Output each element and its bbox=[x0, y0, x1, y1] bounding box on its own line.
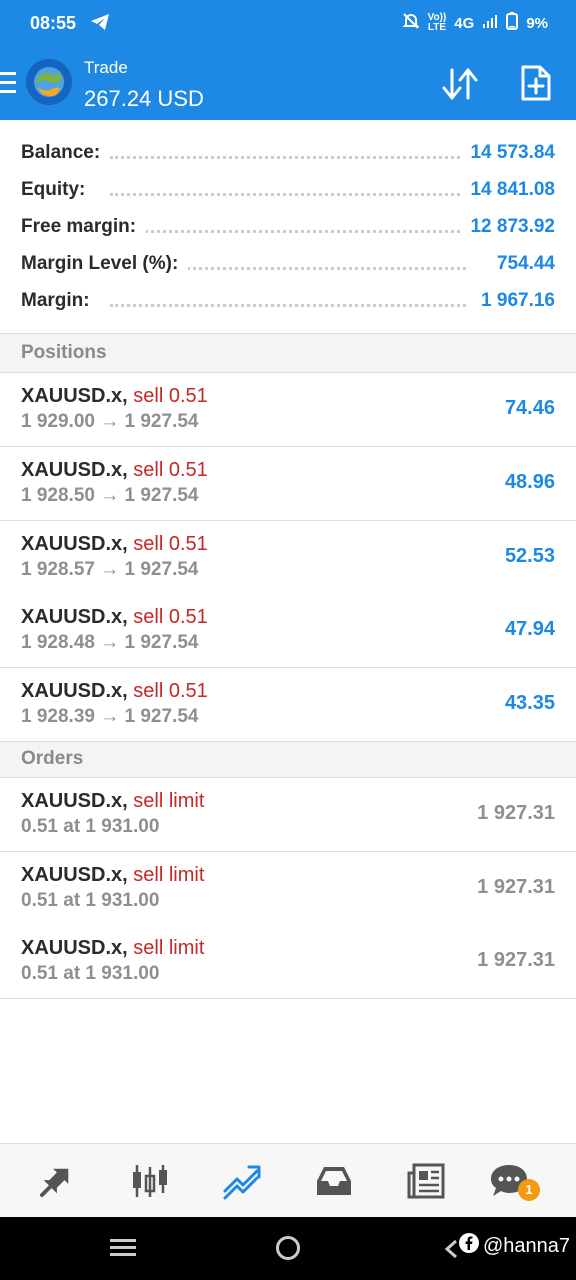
account-balance: 267.24 USD bbox=[84, 86, 204, 111]
position-prices: 1 928.50 → 1 927.54 bbox=[21, 485, 199, 506]
summary-value: 1 967.16 bbox=[471, 290, 555, 312]
recents-icon[interactable] bbox=[110, 1237, 136, 1264]
position-row[interactable]: XAUUSD.x, sell 0.51 1 928.57 → 1 927.54 … bbox=[0, 521, 576, 595]
dot-leader bbox=[110, 230, 466, 233]
telegram-icon bbox=[90, 13, 110, 36]
history-icon[interactable] bbox=[314, 1161, 354, 1201]
trade-icon[interactable] bbox=[222, 1161, 262, 1201]
position-profit: 52.53 bbox=[504, 545, 555, 567]
quotes-icon[interactable] bbox=[38, 1161, 78, 1201]
watermark: @hanna7 bbox=[458, 1233, 570, 1259]
position-symbol: XAUUSD.x, bbox=[21, 459, 128, 481]
summary-row-balance: Balance: 14 573.84 bbox=[0, 134, 576, 170]
position-type: sell 0.51 bbox=[133, 459, 208, 481]
dot-leader bbox=[110, 193, 466, 196]
orders-header: Orders bbox=[0, 741, 576, 778]
chat-icon[interactable]: 1 bbox=[490, 1161, 540, 1201]
battery-percent: 9% bbox=[526, 14, 548, 32]
order-symbol: XAUUSD.x, bbox=[21, 864, 128, 886]
order-symbol: XAUUSD.x, bbox=[21, 937, 128, 959]
position-symbol: XAUUSD.x, bbox=[21, 606, 128, 628]
position-symbol: XAUUSD.x, bbox=[21, 533, 128, 555]
menu-icon[interactable] bbox=[0, 72, 16, 94]
position-prices: 1 928.57 → 1 927.54 bbox=[21, 559, 199, 580]
volte-label-bottom: LTE bbox=[427, 22, 447, 33]
summary-row-margin-level: Margin Level (%): 754.44 bbox=[0, 245, 576, 281]
position-prices: 1 929.00 → 1 927.54 bbox=[21, 411, 199, 432]
section-title: Orders bbox=[21, 748, 84, 769]
position-profit: 48.96 bbox=[504, 471, 555, 493]
order-row[interactable]: XAUUSD.x, sell limit 0.51 at 1 931.00 1 … bbox=[0, 778, 576, 852]
position-symbol: XAUUSD.x, bbox=[21, 680, 128, 702]
summary-row-margin: Margin: 1 967.16 bbox=[0, 282, 576, 318]
network-type: 4G bbox=[454, 14, 475, 32]
summary-value: 14 573.84 bbox=[460, 142, 555, 164]
position-profit: 43.35 bbox=[504, 692, 555, 714]
bottom-nav: 1 bbox=[0, 1143, 576, 1217]
summary-row-equity: Equity: 14 841.08 bbox=[0, 171, 576, 207]
battery-icon bbox=[506, 12, 519, 34]
order-row[interactable]: XAUUSD.x, sell limit 0.51 at 1 931.00 1 … bbox=[0, 925, 576, 999]
order-current-price: 1 927.31 bbox=[477, 876, 555, 898]
position-prices: 1 928.48 → 1 927.54 bbox=[21, 632, 199, 653]
system-nav-bar: @hanna7 bbox=[0, 1217, 576, 1280]
status-time: 08:55 bbox=[30, 13, 77, 33]
metatrader-logo-icon[interactable] bbox=[26, 59, 72, 105]
position-row[interactable]: XAUUSD.x, sell 0.51 1 928.39 → 1 927.54 … bbox=[0, 668, 576, 742]
summary-value: 754.44 bbox=[486, 253, 555, 275]
summary-label: Free margin: bbox=[21, 216, 147, 238]
order-current-price: 1 927.31 bbox=[477, 949, 555, 971]
sort-icon[interactable] bbox=[440, 66, 480, 107]
position-type: sell 0.51 bbox=[133, 680, 208, 702]
signal-icon bbox=[482, 13, 498, 33]
position-type: sell 0.51 bbox=[133, 385, 208, 407]
watermark-handle: @hanna7 bbox=[482, 1234, 570, 1257]
position-profit: 47.94 bbox=[504, 618, 555, 640]
summary-label: Equity: bbox=[21, 179, 96, 201]
dot-leader bbox=[110, 304, 466, 307]
position-profit: 74.46 bbox=[504, 397, 555, 419]
summary-value: 14 841.08 bbox=[460, 179, 555, 201]
position-row[interactable]: XAUUSD.x, sell 0.51 1 928.50 → 1 927.54 … bbox=[0, 447, 576, 521]
order-row[interactable]: XAUUSD.x, sell limit 0.51 at 1 931.00 1 … bbox=[0, 852, 576, 926]
position-type: sell 0.51 bbox=[133, 533, 208, 555]
order-detail: 0.51 at 1 931.00 bbox=[21, 890, 160, 911]
summary-label: Margin Level (%): bbox=[21, 253, 189, 275]
back-icon[interactable] bbox=[444, 1239, 458, 1264]
page-title: Trade bbox=[84, 58, 128, 77]
facebook-icon bbox=[458, 1233, 479, 1259]
position-type: sell 0.51 bbox=[133, 606, 208, 628]
summary-label: Margin: bbox=[21, 290, 100, 312]
dot-leader bbox=[110, 156, 466, 159]
summary-value: 12 873.92 bbox=[460, 216, 555, 238]
order-detail: 0.51 at 1 931.00 bbox=[21, 816, 160, 837]
new-order-icon[interactable] bbox=[520, 64, 552, 107]
summary-row-free-margin: Free margin: 12 873.92 bbox=[0, 208, 576, 244]
account-summary: Balance: 14 573.84 Equity: 14 841.08 Fre… bbox=[0, 120, 576, 333]
home-icon[interactable] bbox=[275, 1235, 301, 1266]
app-bar: Trade 267.24 USD bbox=[0, 48, 576, 120]
position-prices: 1 928.39 → 1 927.54 bbox=[21, 706, 199, 727]
order-type: sell limit bbox=[133, 790, 205, 812]
summary-label: Balance: bbox=[21, 142, 111, 164]
news-icon[interactable] bbox=[406, 1161, 446, 1201]
order-detail: 0.51 at 1 931.00 bbox=[21, 963, 160, 984]
position-row[interactable]: XAUUSD.x, sell 0.51 1 929.00 → 1 927.54 … bbox=[0, 373, 576, 447]
order-current-price: 1 927.31 bbox=[477, 802, 555, 824]
status-bar: 08:55 Vo)) LTE 4G 9% bbox=[0, 0, 576, 48]
position-row[interactable]: XAUUSD.x, sell 0.51 1 928.48 → 1 927.54 … bbox=[0, 594, 576, 668]
mute-icon bbox=[402, 12, 420, 34]
order-type: sell limit bbox=[133, 937, 205, 959]
order-symbol: XAUUSD.x, bbox=[21, 790, 128, 812]
order-type: sell limit bbox=[133, 864, 205, 886]
chart-icon[interactable] bbox=[130, 1161, 170, 1201]
position-symbol: XAUUSD.x, bbox=[21, 385, 128, 407]
chat-badge: 1 bbox=[518, 1179, 540, 1201]
section-title: Positions bbox=[21, 342, 107, 363]
positions-header: Positions bbox=[0, 333, 576, 373]
